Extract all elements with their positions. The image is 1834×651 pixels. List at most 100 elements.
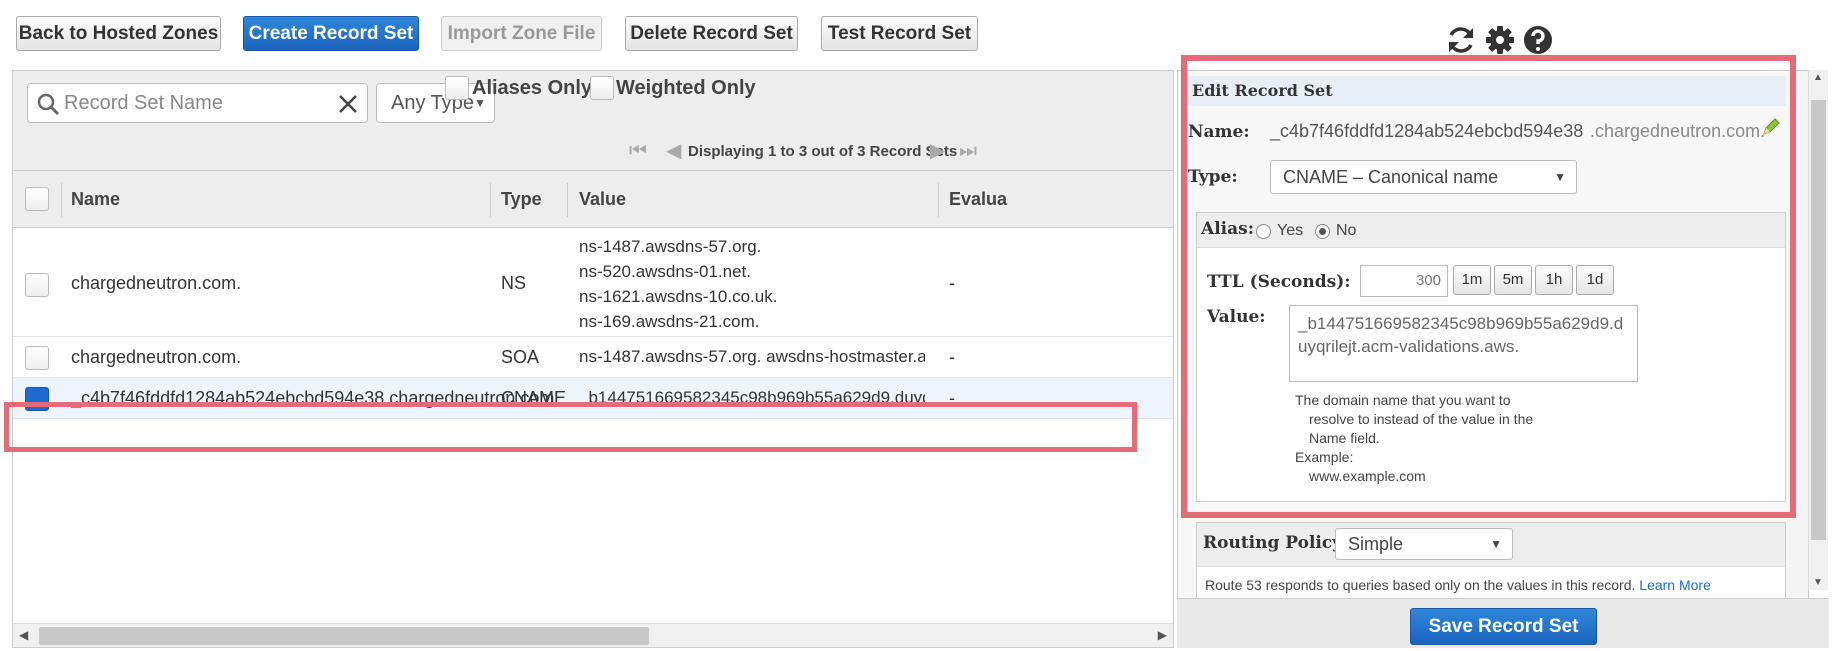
edit-panel-title: Edit Record Set <box>1186 76 1786 106</box>
ttl-input[interactable]: 300 <box>1360 265 1448 297</box>
table-header: Name Type Value Evalua <box>13 171 1173 228</box>
record-value-line: ns-1487.awsdns-57.org. <box>579 237 762 256</box>
select-all-checkbox[interactable] <box>25 187 49 211</box>
record-type: SOA <box>501 347 540 367</box>
search-icon <box>37 93 60 116</box>
value-help-text: Name field. <box>1309 430 1380 446</box>
filter-bar: Any Type ▼ Aliases Only Weighted Only ⏮ … <box>13 71 1173 171</box>
aliases-only-checkbox[interactable] <box>445 76 469 100</box>
test-record-set-button[interactable]: Test Record Set <box>821 16 978 51</box>
record-value-line: ns-1487.awsdns-57.org. awsdns-hostmaster… <box>579 347 925 366</box>
first-page-icon[interactable]: ⏮ <box>629 141 647 161</box>
alias-header: Alias: Yes No <box>1197 213 1785 248</box>
alias-no-radio[interactable] <box>1315 224 1330 239</box>
clear-search-icon[interactable] <box>335 91 361 117</box>
value-help-text: The domain name that you want to <box>1295 392 1511 408</box>
scrollbar-thumb[interactable] <box>1811 100 1826 540</box>
import-zone-file-button: Import Zone File <box>441 16 602 51</box>
learn-more-link[interactable]: Learn More <box>1639 577 1711 593</box>
type-select-value: CNAME – Canonical name <box>1283 167 1499 187</box>
value-label: Value: <box>1207 307 1266 327</box>
chevron-down-icon: ▼ <box>1490 537 1502 551</box>
search-box[interactable] <box>27 83 368 123</box>
record-value-line: ns-1621.awsdns-10.co.uk. <box>579 287 778 306</box>
value-help-example: www.example.com <box>1309 468 1426 484</box>
refresh-icon[interactable] <box>1445 24 1477 56</box>
scroll-down-icon[interactable]: ▼ <box>1813 577 1823 588</box>
record-evaluate: - <box>949 347 955 367</box>
next-page-icon[interactable]: ▶ <box>930 141 945 161</box>
record-name: _c4b7f46fddfd1284ab524ebcbd594e38.charge… <box>71 388 560 408</box>
gear-icon[interactable] <box>1484 24 1516 56</box>
save-record-set-button[interactable]: Save Record Set <box>1410 608 1597 645</box>
routing-policy-text: Route 53 responds to queries based only … <box>1205 577 1636 593</box>
table-row[interactable]: chargedneutron.com. NS ns-1487.awsdns-57… <box>13 229 1173 337</box>
name-label: Name: <box>1188 122 1250 142</box>
edit-record-set-panel: Edit Record Set Name: _c4b7f46fddfd1284a… <box>1177 70 1809 648</box>
record-value-line: _b144751669582345c98b969b55a629d9.duyqri… <box>579 388 925 407</box>
value-text-line: uyqrilejt.acm-validations.aws. <box>1298 337 1520 356</box>
record-value-line: ns-169.awsdns-21.com. <box>579 312 760 331</box>
value-text-line: _b144751669582345c98b969b55a629d9.d <box>1298 314 1624 333</box>
name-suffix: .chargedneutron.com. <box>1590 121 1766 141</box>
routing-policy-label: Routing Policy: <box>1203 533 1349 553</box>
horizontal-scrollbar[interactable]: ◀ ▶ <box>13 623 1173 647</box>
record-name: chargedneutron.com. <box>71 347 242 367</box>
column-header-evaluate[interactable]: Evalua <box>949 171 1007 228</box>
routing-policy-select[interactable]: Simple ▼ <box>1335 528 1513 560</box>
alias-section: Alias: Yes No TTL (Seconds): 300 1m 5m 1… <box>1196 212 1786 502</box>
routing-policy-description: Route 53 responds to queries based only … <box>1205 577 1711 593</box>
scroll-up-icon[interactable]: ▲ <box>1813 72 1823 83</box>
ttl-label: TTL (Seconds): <box>1207 272 1351 292</box>
prev-page-icon[interactable]: ◀ <box>666 141 681 161</box>
pager-status: Displaying 1 to 3 out of 3 Record Sets <box>688 143 958 160</box>
aliases-only-label: Aliases Only <box>472 77 593 99</box>
column-header-name[interactable]: Name <box>71 171 120 228</box>
vertical-scrollbar[interactable]: ▲ ▼ <box>1808 70 1828 590</box>
back-to-hosted-zones-button[interactable]: Back to Hosted Zones <box>16 16 221 51</box>
ttl-1h-button[interactable]: 1h <box>1535 265 1573 295</box>
ttl-5m-button[interactable]: 5m <box>1494 265 1532 295</box>
record-evaluate: - <box>949 388 955 408</box>
pencil-icon[interactable] <box>1761 117 1781 137</box>
chevron-down-icon: ▼ <box>1554 170 1566 184</box>
scrollbar-thumb[interactable] <box>39 627 649 645</box>
record-type: NS <box>501 273 527 293</box>
record-name: chargedneutron.com. <box>71 273 242 293</box>
record-evaluate: - <box>949 273 955 293</box>
create-record-set-button[interactable]: Create Record Set <box>243 16 419 51</box>
column-header-type[interactable]: Type <box>501 171 542 228</box>
type-select[interactable]: CNAME – Canonical name ▼ <box>1270 160 1577 194</box>
alias-label: Alias: <box>1201 219 1254 239</box>
delete-record-set-button[interactable]: Delete Record Set <box>625 16 798 51</box>
scroll-left-icon[interactable]: ◀ <box>19 628 28 642</box>
record-type: CNAME <box>501 388 567 408</box>
ttl-1m-button[interactable]: 1m <box>1453 265 1491 295</box>
table-row[interactable]: _c4b7f46fddfd1284ab524ebcbd594e38.charge… <box>13 378 1173 419</box>
alias-yes-label: Yes <box>1277 222 1304 239</box>
record-set-list-panel: Any Type ▼ Aliases Only Weighted Only ⏮ … <box>12 70 1174 648</box>
value-textarea[interactable]: _b144751669582345c98b969b55a629d9.d uyqr… <box>1289 305 1638 382</box>
weighted-only-checkbox[interactable] <box>590 76 614 100</box>
value-help-example-label: Example: <box>1295 449 1354 465</box>
type-label: Type: <box>1188 167 1238 187</box>
routing-policy-header: Routing Policy: Simple ▼ <box>1197 523 1785 567</box>
row-checkbox[interactable] <box>25 346 49 370</box>
row-checkbox[interactable] <box>25 273 49 297</box>
column-header-value[interactable]: Value <box>579 171 626 228</box>
record-set-name-search-input[interactable] <box>64 89 324 117</box>
scroll-right-icon[interactable]: ▶ <box>1158 628 1167 642</box>
save-bar: Save Record Set <box>1177 598 1829 648</box>
last-page-icon[interactable]: ⏭ <box>959 141 977 161</box>
table-row[interactable]: chargedneutron.com. SOA ns-1487.awsdns-5… <box>13 337 1173 378</box>
routing-policy-value: Simple <box>1348 534 1404 554</box>
weighted-only-label: Weighted Only <box>616 77 756 99</box>
alias-no-label: No <box>1336 222 1357 239</box>
record-value-line: ns-520.awsdns-01.net. <box>579 262 751 281</box>
ttl-1d-button[interactable]: 1d <box>1576 265 1614 295</box>
name-value[interactable]: _c4b7f46fddfd1284ab524ebcbd594e38 <box>1270 121 1583 142</box>
help-icon[interactable] <box>1522 24 1554 56</box>
alias-yes-radio[interactable] <box>1256 224 1271 239</box>
value-help-text: resolve to instead of the value in the <box>1309 411 1534 427</box>
row-checkbox-checked[interactable] <box>25 387 49 411</box>
